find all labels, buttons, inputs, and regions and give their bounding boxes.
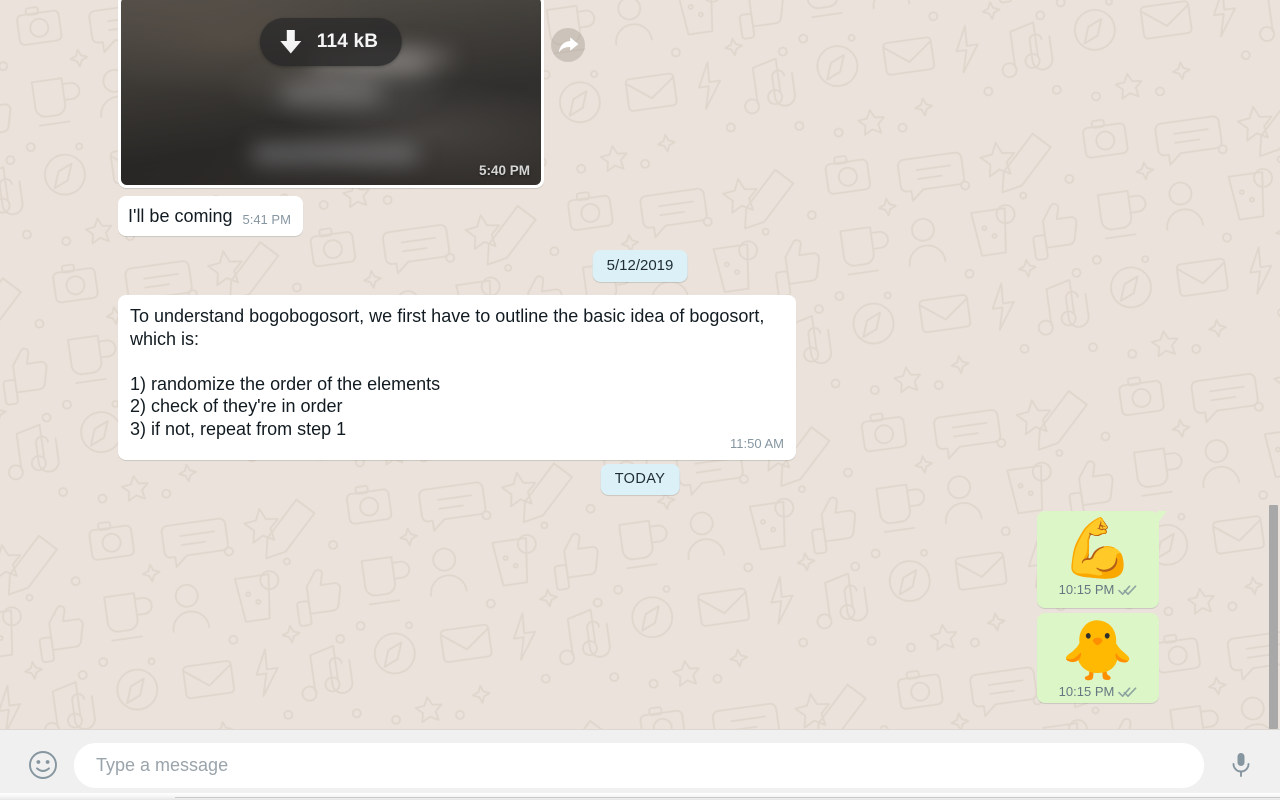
message-timestamp: 10:15 PM [1058, 684, 1115, 699]
whatsapp-window: 114 kB 5:40 PM I'll be coming 5:41 PM 5/… [0, 0, 1280, 800]
message-text: To understand bogobogosort, we first hav… [130, 306, 765, 439]
chat-scrollbar-thumb[interactable] [1269, 505, 1278, 729]
message-timestamp: 5:40 PM [478, 163, 530, 178]
date-divider: 5/12/2019 [592, 250, 688, 282]
smiley-icon [29, 751, 57, 779]
message-meta: 10:15 PM [1059, 684, 1138, 706]
forward-icon [558, 36, 578, 53]
text-message-bubble[interactable]: To understand bogobogosort, we first hav… [118, 295, 796, 460]
message-meta: 10:15 PM [1059, 582, 1138, 604]
chat-scrollbar-track[interactable] [1267, 0, 1280, 729]
microphone-icon [1232, 753, 1250, 777]
emoji-message-bubble[interactable]: 🐥 10:15 PM [1037, 613, 1159, 703]
message-timestamp: 10:15 PM [1058, 582, 1115, 597]
thumbnail-blur-blob [310, 49, 428, 75]
download-size-label: 114 kB [316, 31, 379, 52]
date-divider-label: TODAY [614, 471, 666, 487]
chat-message-list[interactable]: 114 kB 5:40 PM I'll be coming 5:41 PM 5/… [0, 0, 1280, 729]
message-text: I'll be coming [128, 206, 233, 226]
thumbnail-blur-blob [280, 83, 382, 105]
bubble-tail [1157, 511, 1167, 525]
message-input[interactable] [74, 742, 1204, 788]
double-check-icon [1118, 686, 1137, 697]
flexed-biceps-emoji: 💪 [1061, 516, 1135, 581]
composer-bottom-hairline [175, 797, 1280, 798]
message-composer [0, 729, 1280, 800]
date-divider: TODAY [600, 464, 680, 495]
download-arrow-icon [280, 30, 302, 54]
text-message-bubble[interactable]: I'll be coming 5:41 PM [118, 196, 303, 236]
emoji-picker-button[interactable] [26, 748, 60, 782]
thumbnail-blur-blob [251, 143, 420, 165]
download-media-button[interactable]: 114 kB [259, 18, 403, 66]
media-message-bubble[interactable]: 114 kB 5:40 PM [118, 0, 544, 188]
emoji-message-bubble[interactable]: 💪 10:15 PM [1037, 511, 1167, 608]
forward-message-button[interactable] [551, 28, 585, 62]
double-check-icon [1118, 584, 1137, 595]
message-timestamp: 5:41 PM [242, 212, 291, 227]
duck-with-sword-emoji: 🐥 [1061, 618, 1135, 683]
voice-record-button[interactable] [1224, 748, 1258, 782]
message-timestamp: 11:50 AM [730, 436, 784, 451]
media-thumbnail: 114 kB 5:40 PM [121, 0, 541, 185]
date-divider-label: 5/12/2019 [606, 257, 674, 274]
thumbnail-blur-blob [352, 47, 453, 71]
